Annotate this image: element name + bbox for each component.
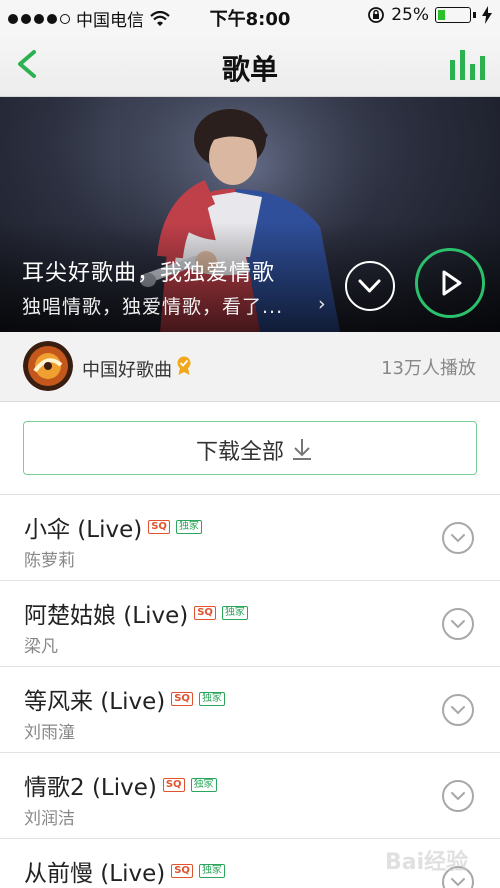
playlist-description[interactable]: 独唱情歌，独爱情歌，看了... [22,292,283,319]
chevron-down-icon [451,534,465,543]
song-title-line: 等风来 (Live) SQ 独家 [24,682,225,716]
song-title-line: 阿楚姑娘 (Live) SQ 独家 [24,596,248,630]
description-arrow-icon[interactable]: › [318,293,326,315]
chevron-down-icon [451,620,465,629]
watermark-text: Bai经验 [385,850,469,875]
song-artist: 刘润洁 [24,809,75,829]
play-all-button[interactable] [415,248,485,318]
owner-logo-icon [23,341,73,391]
song-title: 小伞 (Live) [24,517,143,543]
watermark: Bai经验 [385,832,497,882]
battery-icon [435,7,471,23]
download-arrow-icon [293,439,311,460]
status-bar: 中国电信 下午8:00 25% [0,0,500,32]
sq-quality-badge: SQ [162,778,185,792]
battery-percent: 25% [391,5,429,25]
sq-quality-badge: SQ [171,864,193,878]
song-row[interactable]: 情歌2 (Live) SQ 独家 刘润洁 [0,753,500,839]
equalizer-icon[interactable] [448,46,488,82]
song-artist: 陈萝莉 [24,551,75,571]
charging-bolt-icon [482,6,492,24]
song-options-button[interactable] [442,522,474,554]
owner-name[interactable]: 中国好歌曲 [82,356,172,382]
song-list: 小伞 (Live) SQ 独家 陈萝莉 阿楚姑娘 (Live) SQ 独家 梁凡… [0,495,500,888]
nav-bar: 歌单 [0,32,500,97]
song-artist: 刘雨潼 [24,723,75,743]
orientation-lock-icon [368,7,385,23]
song-title: 情歌2 (Live) [24,775,157,801]
play-icon [442,270,462,296]
chevron-down-icon [358,279,381,293]
download-playlist-button[interactable] [345,261,395,311]
song-artist: 梁凡 [24,637,58,657]
song-row[interactable]: 等风来 (Live) SQ 独家 刘雨潼 [0,667,500,753]
song-title: 从前慢 (Live) [24,861,166,887]
sq-quality-badge: SQ [194,606,216,620]
status-right: 25% [367,5,492,25]
sq-quality-badge: SQ [148,520,170,534]
verified-badge-icon [177,356,191,375]
page-title: 歌单 [221,53,278,86]
battery-level [438,10,445,20]
sq-quality-badge: SQ [171,692,193,706]
download-all-button[interactable]: 下载全部 [23,421,477,475]
chevron-down-icon [451,706,465,715]
play-count: 13万人播放 [381,358,476,379]
avatar[interactable] [23,341,73,391]
song-title: 等风来 (Live) [24,689,166,715]
song-title: 阿楚姑娘 (Live) [24,603,189,629]
song-title-line: 从前慢 (Live) SQ 独家 [24,854,225,888]
exclusive-badge: 独家 [175,520,202,534]
download-all-label: 下载全部 [195,440,284,465]
exclusive-badge: 独家 [190,778,217,792]
exclusive-badge: 独家 [198,692,225,706]
chevron-down-icon [451,792,465,801]
exclusive-badge: 独家 [198,864,225,878]
song-row[interactable]: 小伞 (Live) SQ 独家 陈萝莉 [0,495,500,581]
song-row[interactable]: 阿楚姑娘 (Live) SQ 独家 梁凡 [0,581,500,667]
playlist-title: 耳尖好歌曲，我独爱情歌 [22,261,276,286]
playlist-cover-banner: 耳尖好歌曲，我独爱情歌 独唱情歌，独爱情歌，看了... › [0,97,500,332]
exclusive-badge: 独家 [221,606,248,620]
song-options-button[interactable] [442,608,474,640]
playlist-owner-row[interactable]: 中国好歌曲 13万人播放 [0,332,500,402]
battery-tip [473,12,476,18]
song-options-button[interactable] [442,780,474,812]
song-title-line: 情歌2 (Live) SQ 独家 [24,768,217,802]
song-title-line: 小伞 (Live) SQ 独家 [24,510,202,544]
song-options-button[interactable] [442,694,474,726]
